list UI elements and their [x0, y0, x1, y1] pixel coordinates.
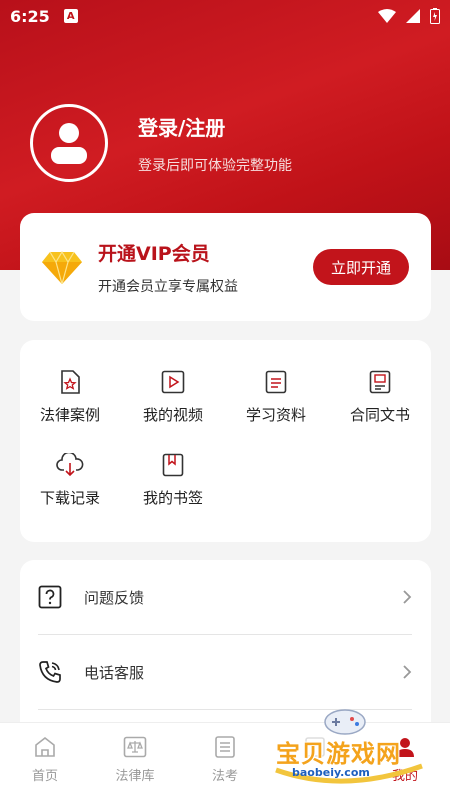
tab-label: 法律库: [115, 769, 155, 784]
chevron-right-icon: [403, 590, 412, 604]
home-icon: [35, 736, 55, 757]
tab-law-exam[interactable]: 法考: [180, 723, 270, 800]
signal-icon: [406, 9, 420, 23]
list-item-feedback[interactable]: 问题反馈: [38, 560, 412, 634]
exam-icon: [215, 736, 235, 758]
grid-item-downloads[interactable]: 下载记录: [30, 453, 110, 508]
grid-item-label: 我的视频: [142, 406, 203, 424]
login-register-link[interactable]: 登录/注册: [138, 112, 292, 141]
login-hint: 登录后即可体验完整功能: [138, 157, 292, 174]
tab-label: 法考: [211, 769, 238, 784]
grid-item-contracts[interactable]: 合同文书: [340, 370, 420, 425]
contract-icon: [369, 370, 391, 394]
watermark-url: baobeiy.com: [292, 766, 370, 779]
grid-item-label: 合同文书: [349, 406, 410, 424]
list-item-phone-service[interactable]: 电话客服: [38, 635, 412, 709]
grid-item-study-materials[interactable]: 学习资料: [236, 370, 316, 425]
notification-a-icon: A: [63, 9, 78, 23]
vip-card: 开通VIP会员 开通会员立享专属权益 立即开通: [20, 213, 431, 321]
grid-item-label: 下载记录: [39, 489, 100, 507]
battery-icon: [430, 8, 440, 24]
gamepad-icon: [324, 709, 366, 735]
status-time: 6:25: [10, 6, 50, 26]
watermark-text: 宝贝游戏网: [276, 740, 401, 768]
grid-item-legal-cases[interactable]: 法律案例: [30, 370, 110, 425]
avatar[interactable]: [30, 104, 108, 182]
watermark-logo: 宝贝游戏网 baobeiy.com: [270, 706, 430, 792]
grid-item-label: 我的书签: [142, 489, 203, 507]
user-icon: [51, 123, 87, 164]
question-icon: [38, 585, 62, 609]
diamond-icon: [42, 250, 82, 284]
vip-subtitle: 开通会员立享专属权益: [98, 278, 238, 295]
list-item-label: 问题反馈: [84, 588, 145, 607]
bookmark-icon: [162, 453, 184, 477]
status-bar: 6:25 A: [0, 0, 450, 32]
grid-item-bookmarks[interactable]: 我的书签: [133, 453, 213, 508]
open-vip-button[interactable]: 立即开通: [313, 249, 409, 285]
profile-section[interactable]: 登录/注册 登录后即可体验完整功能: [30, 104, 292, 182]
scale-icon: [123, 736, 147, 758]
vip-title: 开通VIP会员: [98, 242, 210, 265]
wifi-icon: [378, 9, 396, 23]
study-doc-icon: [265, 370, 287, 394]
grid-item-my-videos[interactable]: 我的视频: [133, 370, 213, 425]
list-item-label: 电话客服: [84, 663, 145, 682]
tab-law-library[interactable]: 法律库: [90, 723, 180, 800]
video-icon: [161, 370, 185, 394]
feature-grid: 法律案例 我的视频 学习资料 合同文书 下载记录 我的书签: [20, 340, 431, 542]
tab-label: 首页: [31, 769, 58, 784]
grid-item-label: 学习资料: [245, 406, 306, 424]
tab-home[interactable]: 首页: [0, 723, 90, 800]
grid-item-label: 法律案例: [39, 406, 100, 424]
phone-icon: [39, 661, 61, 683]
case-doc-icon: [61, 370, 80, 394]
chevron-right-icon: [403, 665, 412, 679]
download-cloud-icon: [56, 453, 84, 477]
